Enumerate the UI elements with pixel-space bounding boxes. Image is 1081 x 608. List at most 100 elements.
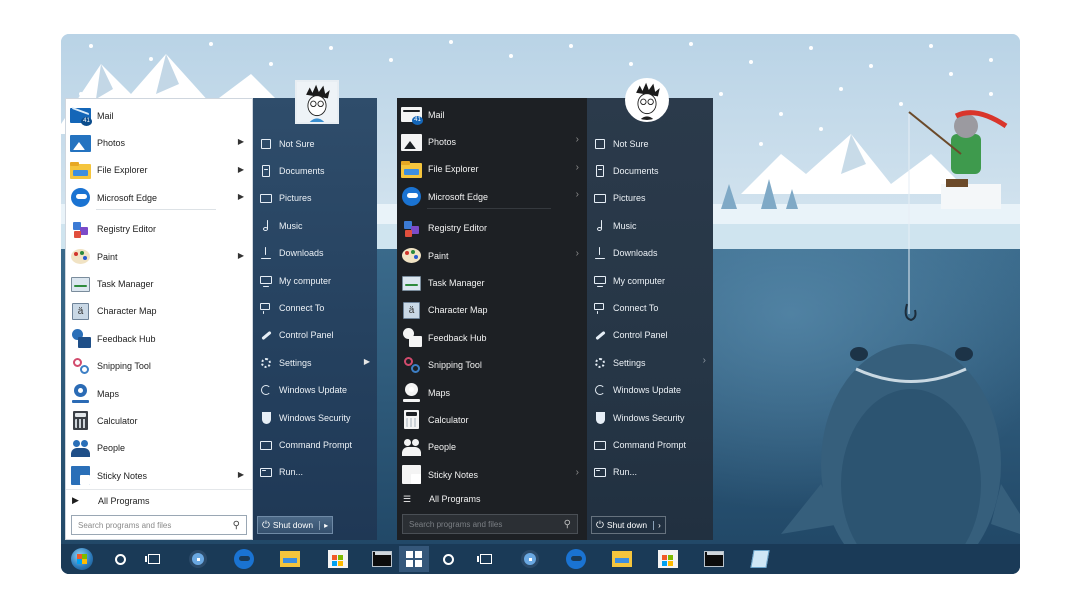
search-input[interactable]: Search programs and files ⚲: [71, 515, 247, 535]
shutdown-options-arrow[interactable]: ▸: [319, 520, 332, 530]
program-item-photos[interactable]: Photos ▶: [66, 129, 252, 156]
shutdown-button[interactable]: ⏻ Shut down ▸: [257, 516, 334, 534]
program-item-maps[interactable]: Maps: [66, 380, 252, 407]
place-item-windows-update[interactable]: Windows Update: [587, 377, 713, 404]
program-item-file-explorer[interactable]: File Explorer ›: [397, 156, 587, 183]
submenu-arrow-icon: ▶: [237, 250, 244, 260]
place-item-music[interactable]: Music: [253, 212, 377, 239]
computer-icon: [260, 275, 272, 287]
place-item-pictures[interactable]: Pictures: [253, 185, 377, 212]
program-item-snipping-tool[interactable]: Snipping Tool: [397, 352, 587, 379]
place-item-documents[interactable]: Documents: [253, 157, 377, 184]
place-item-not-sure[interactable]: Not Sure: [253, 130, 377, 157]
edge-pin-button-2[interactable]: [561, 546, 591, 572]
pictures-icon: [594, 192, 606, 204]
program-item-sticky-notes[interactable]: Sticky Notes ›: [397, 461, 587, 488]
program-item-registry-editor[interactable]: Registry Editor: [66, 216, 252, 243]
place-item-my-computer[interactable]: My computer: [253, 267, 377, 294]
cortana-button-2[interactable]: [433, 546, 463, 572]
place-item-command-prompt[interactable]: Command Prompt: [253, 431, 377, 458]
task-view-button-2[interactable]: [471, 546, 501, 572]
cmd-pin-button-2[interactable]: [699, 546, 729, 572]
cmd-icon: [594, 439, 606, 451]
program-item-calculator[interactable]: Calculator: [66, 407, 252, 434]
place-item-pictures[interactable]: Pictures: [587, 185, 713, 212]
file-explorer-icon: [612, 551, 632, 567]
submenu-arrow-icon: ›: [575, 467, 579, 479]
start-menu-classic: 41 Mail Photos ▶ File Explorer ▶ Microsoft Edg…: [65, 80, 377, 540]
store-pin-button-2[interactable]: [653, 546, 683, 572]
program-item-paint[interactable]: Paint ›: [397, 242, 587, 269]
places-panel: Not Sure Documents Pictures Music Downloads M…: [253, 98, 377, 540]
place-label: Windows Security: [613, 412, 685, 423]
shutdown-label: Shut down: [606, 520, 648, 530]
store-pin-button[interactable]: [323, 546, 353, 572]
place-item-run[interactable]: Run...: [253, 459, 377, 486]
start-button[interactable]: [399, 546, 429, 572]
place-item-windows-update[interactable]: Windows Update: [253, 377, 377, 404]
computer-icon: [594, 275, 606, 287]
program-item-calculator[interactable]: Calculator: [397, 406, 587, 433]
registry-pin-button[interactable]: [183, 546, 213, 572]
all-programs-button-dark[interactable]: ☰ All Programs: [397, 488, 587, 510]
explorer-pin-button[interactable]: [275, 546, 305, 572]
place-label: Settings: [279, 357, 312, 368]
place-item-documents[interactable]: Documents: [587, 157, 713, 184]
place-item-downloads[interactable]: Downloads: [253, 240, 377, 267]
notes-pin-button[interactable]: [745, 546, 775, 572]
place-item-settings[interactable]: Settings ▶: [253, 349, 377, 376]
place-item-connect-to[interactable]: Connect To: [587, 294, 713, 321]
settings-icon: [260, 357, 272, 369]
registry-pin-button-2[interactable]: [515, 546, 545, 572]
program-item-task-manager[interactable]: Task Manager: [397, 269, 587, 296]
place-item-connect-to[interactable]: Connect To: [253, 294, 377, 321]
program-item-mail[interactable]: 41 Mail: [397, 101, 587, 128]
windows7-orb-icon: [71, 548, 93, 570]
explorer-pin-button-2[interactable]: [607, 546, 637, 572]
program-item-character-map[interactable]: ä Character Map: [66, 298, 252, 325]
place-item-run[interactable]: Run...: [587, 459, 713, 486]
place-item-windows-security[interactable]: Windows Security: [253, 404, 377, 431]
program-item-microsoft-edge[interactable]: Microsoft Edge ›: [397, 183, 587, 210]
program-label: Sticky Notes: [97, 470, 148, 481]
program-item-photos[interactable]: Photos ›: [397, 128, 587, 155]
cortana-button[interactable]: [105, 546, 135, 572]
shutdown-label: Shut down: [272, 520, 314, 530]
place-item-windows-security[interactable]: Windows Security: [587, 404, 713, 431]
program-label: Calculator: [428, 414, 469, 425]
edge-pin-button[interactable]: [229, 546, 259, 572]
program-item-people[interactable]: People: [66, 435, 252, 462]
program-item-character-map[interactable]: ä Character Map: [397, 297, 587, 324]
place-item-music[interactable]: Music: [587, 212, 713, 239]
program-item-snipping-tool[interactable]: Snipping Tool: [66, 353, 252, 380]
program-item-people[interactable]: People: [397, 434, 587, 461]
program-item-microsoft-edge[interactable]: Microsoft Edge ▶: [66, 184, 252, 211]
task-view-button[interactable]: [139, 546, 169, 572]
cmd-pin-button[interactable]: [367, 546, 397, 572]
shutdown-button-dark[interactable]: ⏻ Shut down ›: [591, 516, 666, 534]
user-avatar-dark[interactable]: [625, 78, 669, 122]
program-item-sticky-notes[interactable]: Sticky Notes ▶: [66, 462, 252, 489]
program-item-paint[interactable]: Paint ▶: [66, 243, 252, 270]
place-item-control-panel[interactable]: Control Panel: [253, 322, 377, 349]
all-programs-button[interactable]: ▶ All Programs: [66, 489, 252, 511]
place-item-settings[interactable]: Settings ›: [587, 349, 713, 376]
program-item-feedback-hub[interactable]: Feedback Hub: [66, 325, 252, 352]
place-item-my-computer[interactable]: My computer: [587, 267, 713, 294]
program-item-feedback-hub[interactable]: Feedback Hub: [397, 324, 587, 351]
shutdown-options-arrow[interactable]: ›: [653, 520, 665, 530]
program-item-mail[interactable]: 41 Mail: [66, 102, 252, 129]
place-item-command-prompt[interactable]: Command Prompt: [587, 431, 713, 458]
program-item-maps[interactable]: Maps: [397, 379, 587, 406]
place-item-not-sure[interactable]: Not Sure: [587, 130, 713, 157]
program-item-task-manager[interactable]: Task Manager: [66, 270, 252, 297]
place-item-control-panel[interactable]: Control Panel: [587, 322, 713, 349]
edge-icon: [400, 185, 423, 208]
start-orb-button[interactable]: [67, 546, 97, 572]
program-item-registry-editor[interactable]: Registry Editor: [397, 215, 587, 242]
place-label: Command Prompt: [613, 439, 687, 450]
user-avatar[interactable]: [295, 80, 339, 124]
search-input-dark[interactable]: Search programs and files ⚲: [402, 514, 578, 534]
place-item-downloads[interactable]: Downloads: [587, 240, 713, 267]
program-item-file-explorer[interactable]: File Explorer ▶: [66, 157, 252, 184]
